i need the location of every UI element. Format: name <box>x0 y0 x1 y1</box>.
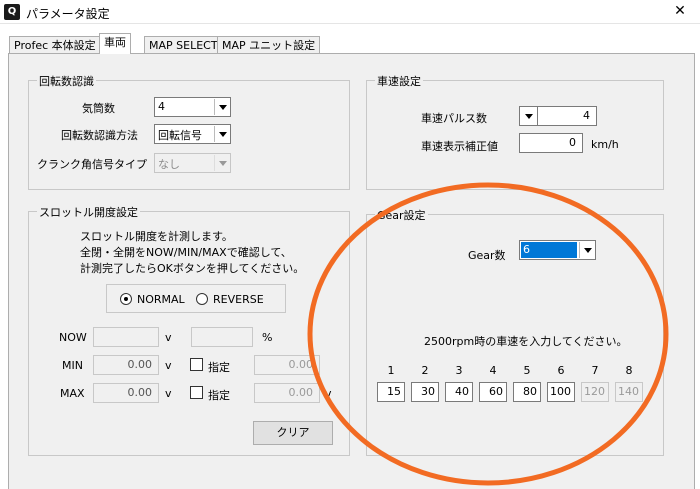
rpm-method-label: 回転数認識方法 <box>61 129 138 142</box>
gear-number-1: 1 <box>387 364 395 377</box>
min-specify-checkbox[interactable] <box>190 358 203 371</box>
gear-number-7: 7 <box>591 364 599 377</box>
cylinders-value: 4 <box>158 100 165 113</box>
max-specify-unit: v <box>325 387 332 400</box>
min-label: MIN <box>62 359 83 372</box>
normal-radio[interactable] <box>120 293 132 305</box>
rpm-method-select[interactable]: 回転信号 <box>154 124 231 144</box>
max-specify-checkbox[interactable] <box>190 386 203 399</box>
max-specify-field: 0.00 <box>254 383 320 403</box>
gear-count-label: Gear数 <box>468 249 506 262</box>
window-title: パラメータ設定 <box>26 7 110 21</box>
tab-profec-settings[interactable]: Profec 本体設定 <box>9 36 101 54</box>
rpm-group-title: 回転数認識 <box>37 73 96 89</box>
gear-speed-field-8: 140 <box>615 382 643 402</box>
tab-map-select[interactable]: MAP SELECT <box>144 36 223 54</box>
throttle-instruction-line2: 全閉・全開をNOW/MIN/MAXで確認して、 <box>80 246 292 259</box>
gear-number-2: 2 <box>421 364 429 377</box>
now-voltage-unit: v <box>165 331 172 344</box>
rpm-method-value: 回転信号 <box>158 129 202 142</box>
speed-settings-group: 車速設定 <box>366 73 664 190</box>
now-percent-field <box>191 327 253 347</box>
title-bar: Q パラメータ設定 ✕ <box>0 0 700 24</box>
chevron-down-icon <box>579 242 594 258</box>
gear-number-3: 3 <box>455 364 463 377</box>
speed-pulse-label: 車速パルス数 <box>421 112 487 125</box>
reverse-radio[interactable] <box>196 293 208 305</box>
speed-pulse-field[interactable]: 4 <box>537 106 597 126</box>
min-specify-label: 指定 <box>208 361 230 374</box>
gear-number-5: 5 <box>523 364 531 377</box>
reverse-label: REVERSE <box>213 293 264 306</box>
speed-group-title: 車速設定 <box>375 73 423 89</box>
gear-number-8: 8 <box>625 364 633 377</box>
speed-correction-label: 車速表示補正値 <box>421 140 498 153</box>
crank-signal-label: クランク角信号タイプ <box>37 158 147 171</box>
gear-group-title: Gear設定 <box>375 207 428 223</box>
gear-instruction: 2500rpm時の車速を入力してください。 <box>424 335 628 348</box>
tab-vehicle[interactable]: 車両 <box>99 33 131 54</box>
gear-count-value: 6 <box>521 242 577 258</box>
gear-speed-field-3[interactable]: 40 <box>445 382 473 402</box>
throttle-group-title: スロットル開度設定 <box>37 204 140 220</box>
tab-map-unit-settings[interactable]: MAP ユニット設定 <box>217 36 321 54</box>
crank-signal-select: なし <box>154 153 231 173</box>
max-specify-label: 指定 <box>208 389 230 402</box>
crank-signal-value: なし <box>158 158 180 171</box>
min-voltage-field: 0.00 <box>93 355 159 375</box>
speed-pulse-dropdown[interactable] <box>519 106 538 126</box>
max-voltage-field: 0.00 <box>93 383 159 403</box>
gear-speed-field-1[interactable]: 15 <box>377 382 405 402</box>
max-voltage-unit: v <box>165 387 172 400</box>
chevron-down-icon <box>214 99 229 115</box>
speed-correction-unit: km/h <box>591 138 619 151</box>
chevron-down-icon <box>521 108 536 124</box>
gear-speed-field-6[interactable]: 100 <box>547 382 575 402</box>
normal-label: NORMAL <box>137 293 185 306</box>
chevron-down-icon <box>214 126 229 142</box>
cylinders-select[interactable]: 4 <box>154 97 231 117</box>
app-icon: Q <box>4 4 20 20</box>
gear-number-6: 6 <box>557 364 565 377</box>
gear-count-select[interactable]: 6 <box>519 240 596 260</box>
now-percent-unit: % <box>262 331 273 344</box>
speed-correction-field[interactable]: 0 <box>519 133 583 153</box>
gear-speed-field-5[interactable]: 80 <box>513 382 541 402</box>
clear-button[interactable]: クリア <box>253 421 333 445</box>
gear-number-4: 4 <box>489 364 497 377</box>
gear-speed-field-4[interactable]: 60 <box>479 382 507 402</box>
now-label: NOW <box>59 331 87 344</box>
now-voltage-field <box>93 327 159 347</box>
min-specify-field: 0.00 <box>254 355 320 375</box>
gear-speed-field-7: 120 <box>581 382 609 402</box>
chevron-down-icon <box>214 155 229 171</box>
throttle-instruction-line1: スロットル開度を計測します。 <box>80 230 233 243</box>
throttle-instruction-line3: 計測完了したらOKボタンを押してください。 <box>80 262 305 275</box>
cylinders-label: 気筒数 <box>82 102 115 115</box>
max-label: MAX <box>60 387 85 400</box>
gear-speed-field-2[interactable]: 30 <box>411 382 439 402</box>
min-voltage-unit: v <box>165 359 172 372</box>
close-button[interactable]: ✕ <box>660 0 700 24</box>
